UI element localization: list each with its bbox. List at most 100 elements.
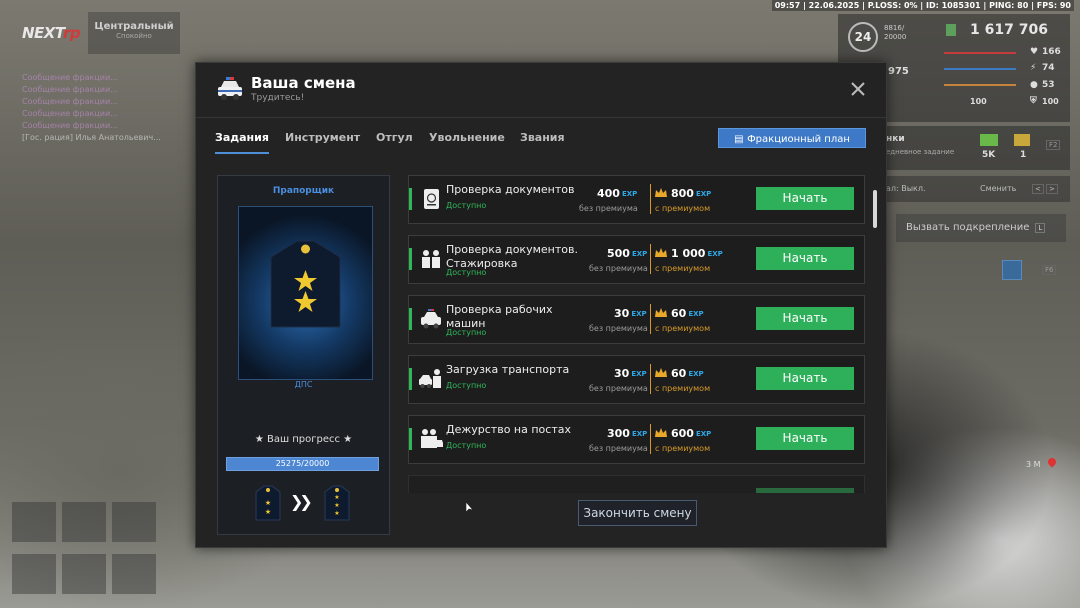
svg-text:★: ★ (334, 494, 339, 501)
task-row: Проверка рабочих машин Доступно 30 EXP бе… (408, 295, 865, 344)
task-exp-premium: 60 EXP (671, 367, 704, 380)
level-exp-current: 8816/ (884, 24, 905, 32)
hunger-value: 53 (1042, 80, 1055, 90)
zone-indicator: Центральный Спокойно (88, 12, 180, 54)
calendar-key: F6 (1042, 265, 1057, 275)
logo-part1: NEXT (22, 24, 63, 42)
shield-icon: ⛨ (1030, 96, 1037, 106)
hotbar-slot[interactable] (62, 554, 106, 594)
task-exp-value: 300 (607, 427, 630, 440)
start-task-button[interactable]: Начать (756, 307, 854, 330)
task-exp: 400 EXP (597, 187, 637, 200)
start-task-button[interactable]: Начать (756, 187, 854, 210)
radio-status: ал: Выкл. (886, 184, 926, 193)
exp-tag: EXP (695, 190, 712, 198)
task-exp-premium-value: 60 (671, 367, 687, 380)
hunger-bar (944, 84, 1016, 86)
tasks-scrollbar[interactable] (873, 190, 877, 228)
hotbar-slot[interactable] (12, 554, 56, 594)
hotbar-slot[interactable] (62, 502, 106, 542)
task-exp-premium: 800 EXP (671, 187, 711, 200)
tab-ranks[interactable]: Звания (520, 131, 565, 152)
svg-text:★: ★ (265, 499, 271, 507)
crown-icon (655, 248, 667, 257)
next-rank-epaulette-icon: ★ ★ ★ (324, 485, 350, 521)
available-indicator (409, 248, 412, 270)
task-status: Доступно (446, 268, 487, 277)
armor-right-value: 100 (1042, 97, 1059, 106)
task-row-partial (408, 475, 865, 493)
faction-plan-button[interactable]: ▤ Фракционный план (718, 128, 866, 148)
radio-switch-label[interactable]: Сменить (980, 184, 1016, 193)
cash-reward-icon (980, 134, 998, 146)
premium-label: с премиумом (655, 384, 711, 393)
exp-tag: EXP (707, 250, 723, 258)
modal-header: Ваша смена Трудитесь! (196, 63, 886, 118)
money-icon (946, 24, 956, 36)
armor-left-value: 100 (970, 97, 987, 106)
task-exp-value: 30 (614, 307, 630, 320)
available-indicator (409, 188, 412, 210)
tab-tasks[interactable]: Задания (215, 131, 269, 154)
start-task-button[interactable]: Начать (756, 247, 854, 270)
radio-key-next: > (1046, 184, 1058, 194)
ticket-reward-value: 1 (1020, 150, 1027, 160)
svg-text:★: ★ (265, 508, 271, 516)
level-exp: 8816/20000 (884, 24, 906, 42)
crown-icon (655, 308, 667, 317)
task-row: Проверка документов Доступно 400 EXP без … (408, 175, 865, 224)
daily-task-subtitle: едневное задание (886, 148, 955, 156)
cash-reward-value: 5K (982, 150, 996, 160)
next-rank-arrow-icon: ❯❯ (290, 492, 313, 511)
start-task-button[interactable]: Начать (756, 427, 854, 450)
crown-icon (655, 368, 667, 377)
task-name: Дежурство на постах (446, 423, 571, 436)
task-exp-value: 500 (607, 247, 630, 260)
hotbar-slot[interactable] (12, 502, 56, 542)
tow-officer-icon (419, 369, 441, 388)
task-row: Проверка документов. Стажировка Доступно… (408, 235, 865, 284)
hotbar-slot[interactable] (112, 502, 156, 542)
close-icon[interactable] (848, 79, 868, 99)
exp-tag: EXP (631, 370, 647, 378)
call-backup-button[interactable]: Вызвать подкрепление L (896, 214, 1066, 242)
call-backup-key: L (1035, 223, 1046, 233)
task-exp-value: 400 (597, 187, 620, 200)
stamina-bar (944, 68, 1016, 70)
health-bar (944, 52, 1016, 54)
premium-label: с премиумом (655, 444, 711, 453)
start-task-button[interactable] (756, 488, 854, 493)
exp-tag: EXP (631, 430, 648, 438)
reward-separator (650, 244, 651, 274)
premium-label: с премиумом (655, 324, 711, 333)
hotbar-slot[interactable] (112, 554, 156, 594)
tab-tool[interactable]: Инструмент (285, 131, 360, 152)
no-premium-label: без премиума (589, 384, 648, 393)
task-row: Дежурство на постах Доступно 300 EXP без … (408, 415, 865, 464)
premium-label: с премиумом (655, 204, 711, 213)
start-task-button[interactable]: Начать (756, 367, 854, 390)
task-status: Доступно (446, 201, 487, 210)
task-exp: 500 EXP (607, 247, 647, 260)
no-premium-label: без премиума (589, 444, 648, 453)
daily-task-key: F2 (1046, 140, 1061, 150)
tab-dismissal[interactable]: Увольнение (429, 131, 505, 152)
tab-day-off[interactable]: Отгул (376, 131, 413, 152)
crown-icon (655, 188, 667, 197)
document-icon: ▤ (734, 134, 744, 145)
rank-progress-bar: 25275/20000 (226, 457, 379, 471)
distance-label: 3 М (1026, 460, 1041, 469)
finish-shift-button[interactable]: Закончить смену (578, 500, 697, 526)
points-value: 975 (888, 66, 909, 77)
level-exp-max: 20000 (884, 33, 907, 41)
task-exp-premium: 600 EXP (671, 427, 711, 440)
no-premium-label: без премиума (579, 204, 638, 213)
police-car-icon (218, 77, 242, 100)
task-name: Проверка документов (446, 183, 575, 196)
heart-icon: ♥ (1030, 47, 1039, 57)
calendar-icon[interactable] (1002, 260, 1022, 280)
reward-separator (650, 424, 651, 454)
rank-division: ДПС (294, 380, 313, 389)
task-status: Доступно (446, 441, 487, 450)
reward-separator (650, 304, 651, 334)
